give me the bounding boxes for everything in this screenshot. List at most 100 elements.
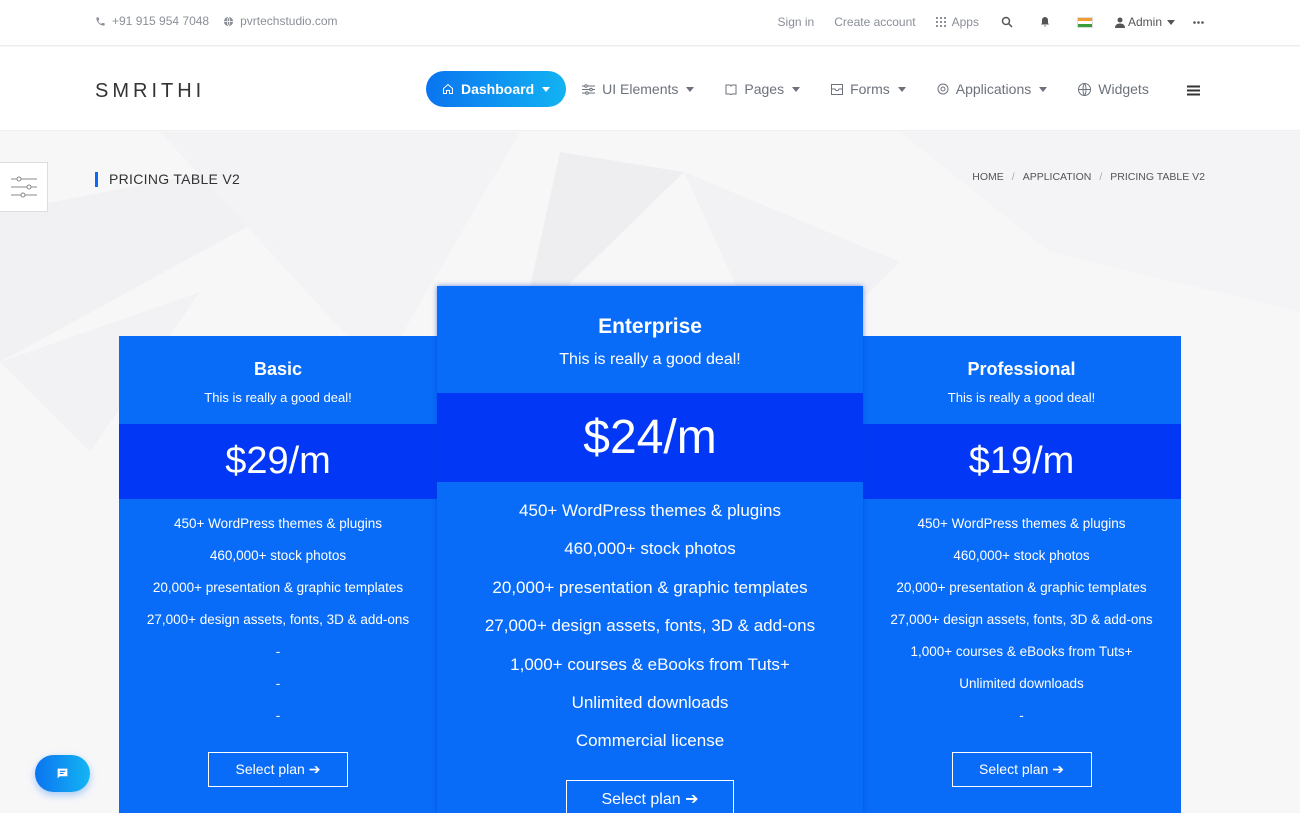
breadcrumb-separator: / <box>1011 171 1015 183</box>
breadcrumb-current: PRICING TABLE V2 <box>1110 171 1205 183</box>
nav-label: Forms <box>850 81 890 97</box>
apps-menu[interactable]: Apps <box>935 15 979 29</box>
main-navbar: SMRITHI Dashboard UI Elements Pages Form… <box>0 47 1300 131</box>
select-plan-button[interactable]: Select plan ➔ <box>566 779 734 813</box>
sign-in-link[interactable]: Sign in <box>778 15 815 29</box>
feature-item: 27,000+ design assets, fonts, 3D & add-o… <box>146 612 410 627</box>
nav-label: Dashboard <box>461 81 535 97</box>
home-icon <box>443 83 453 94</box>
india-flag-icon <box>1076 16 1093 28</box>
nav-item-forms[interactable]: Forms <box>831 71 906 107</box>
brand-logo[interactable]: SMRITHI <box>95 80 205 103</box>
breadcrumb: HOME / APPLICATION / PRICING TABLE V2 <box>972 171 1205 183</box>
card-header: Professional This is really a good deal! <box>862 336 1181 424</box>
breadcrumb-application[interactable]: APPLICATION <box>1023 171 1092 183</box>
nav-item-applications[interactable]: Applications <box>937 71 1048 107</box>
more-button[interactable] <box>1193 20 1204 24</box>
book-icon <box>725 84 737 95</box>
apps-label: Apps <box>951 15 979 29</box>
feature-item: 27,000+ design assets, fonts, 3D & add-o… <box>484 616 816 636</box>
chevron-down-icon <box>1039 86 1048 92</box>
phone-item[interactable]: +91 915 954 7048 <box>95 14 209 28</box>
pricing-card-enterprise: Enterprise This is really a good deal! $… <box>437 286 863 813</box>
plan-tagline: This is really a good deal! <box>559 351 741 368</box>
plan-price: $19/m <box>862 424 1181 499</box>
menu-toggle-button[interactable] <box>1187 83 1200 101</box>
nav-item-ui-elements[interactable]: UI Elements <box>582 71 695 107</box>
plan-price: $24/m <box>437 393 863 482</box>
top-bar: +91 915 954 7048 pvrtechstudio.com Sign … <box>0 0 1300 46</box>
search-button[interactable] <box>1001 16 1013 28</box>
feature-item: 20,000+ presentation & graphic templates <box>896 580 1147 595</box>
card-header: Basic This is really a good deal! <box>119 336 437 424</box>
feature-item: 20,000+ presentation & graphic templates <box>492 577 808 597</box>
nav-label: Applications <box>955 81 1032 97</box>
globe-icon <box>224 16 234 26</box>
top-bar-actions: Sign in Create account Apps Admin <box>778 15 1204 29</box>
feature-item: 1,000+ courses & eBooks from Tuts+ <box>510 654 790 674</box>
chevron-down-icon <box>792 86 801 92</box>
filter-sliders-icon <box>10 176 37 198</box>
select-plan-button[interactable]: Select plan ➔ <box>208 752 348 787</box>
grid-icon <box>935 17 946 27</box>
feature-item: - <box>275 644 281 659</box>
select-plan-button[interactable]: Select plan ➔ <box>951 752 1092 787</box>
plan-tagline: This is really a good deal! <box>947 390 1096 405</box>
breadcrumb-home[interactable]: HOME <box>972 171 1004 183</box>
feature-item: Commercial license <box>575 731 725 751</box>
phone-icon <box>96 16 105 26</box>
search-icon <box>1001 16 1013 28</box>
phone-number: +91 915 954 7048 <box>112 14 210 28</box>
plan-name: Basic <box>253 359 303 379</box>
feature-item: 450+ WordPress themes & plugins <box>519 501 781 520</box>
nav-item-pages[interactable]: Pages <box>725 71 801 107</box>
chevron-down-icon <box>686 86 695 92</box>
website-item[interactable]: pvrtechstudio.com <box>223 14 338 28</box>
sliders-icon <box>582 83 596 95</box>
chevron-down-icon <box>897 86 906 92</box>
bell-icon <box>1040 17 1049 27</box>
card-header: Enterprise This is really a good deal! <box>437 286 863 393</box>
chevron-down-icon <box>1167 19 1175 25</box>
nav-item-widgets[interactable]: Widgets <box>1078 71 1149 107</box>
page-title: PRICING TABLE V2 <box>95 172 240 187</box>
feature-item: 460,000+ stock photos <box>209 548 347 563</box>
inbox-icon <box>831 83 844 95</box>
language-flag[interactable] <box>1076 16 1093 28</box>
feature-item: Unlimited downloads <box>571 692 729 712</box>
create-account-link[interactable]: Create account <box>834 15 915 29</box>
feature-list: 450+ WordPress themes & plugins 460,000+… <box>119 515 437 739</box>
user-icon <box>1114 17 1125 28</box>
more-icon <box>1193 20 1204 24</box>
plan-name: Professional <box>967 359 1076 379</box>
plan-price: $29/m <box>119 424 437 499</box>
chevron-down-icon <box>542 86 551 92</box>
chat-icon <box>57 768 68 779</box>
feature-item: 1,000+ courses & eBooks from Tuts+ <box>910 644 1133 659</box>
notifications-button[interactable] <box>1039 16 1051 28</box>
chat-button[interactable] <box>35 755 90 792</box>
nav-label: UI Elements <box>602 81 679 97</box>
plan-tagline: This is really a good deal! <box>204 390 352 405</box>
feature-item: - <box>275 676 281 691</box>
contact-info: +91 915 954 7048 pvrtechstudio.com <box>95 14 352 28</box>
feature-item: 27,000+ design assets, fonts, 3D & add-o… <box>890 612 1153 627</box>
breadcrumb-separator: / <box>1099 171 1103 183</box>
plan-name: Enterprise <box>598 315 702 338</box>
nav-item-dashboard[interactable]: Dashboard <box>426 71 567 107</box>
feature-list: 450+ WordPress themes & plugins 460,000+… <box>862 515 1181 739</box>
feature-item: - <box>1019 708 1024 723</box>
settings-icon <box>937 83 949 95</box>
settings-panel-toggle[interactable] <box>0 162 48 212</box>
user-menu[interactable]: Admin <box>1114 15 1175 29</box>
feature-item: Unlimited downloads <box>959 676 1084 691</box>
nav-label: Pages <box>744 81 785 97</box>
feature-item: 20,000+ presentation & graphic templates <box>152 580 404 595</box>
website-link: pvrtechstudio.com <box>240 14 338 28</box>
main-nav: Dashboard UI Elements Pages Forms Applic… <box>426 71 1180 107</box>
nav-label: Widgets <box>1098 81 1149 97</box>
globe-icon <box>1078 82 1092 96</box>
feature-item: - <box>275 708 281 723</box>
feature-item: 450+ WordPress themes & plugins <box>174 516 382 531</box>
pricing-card-professional: Professional This is really a good deal!… <box>862 336 1181 813</box>
